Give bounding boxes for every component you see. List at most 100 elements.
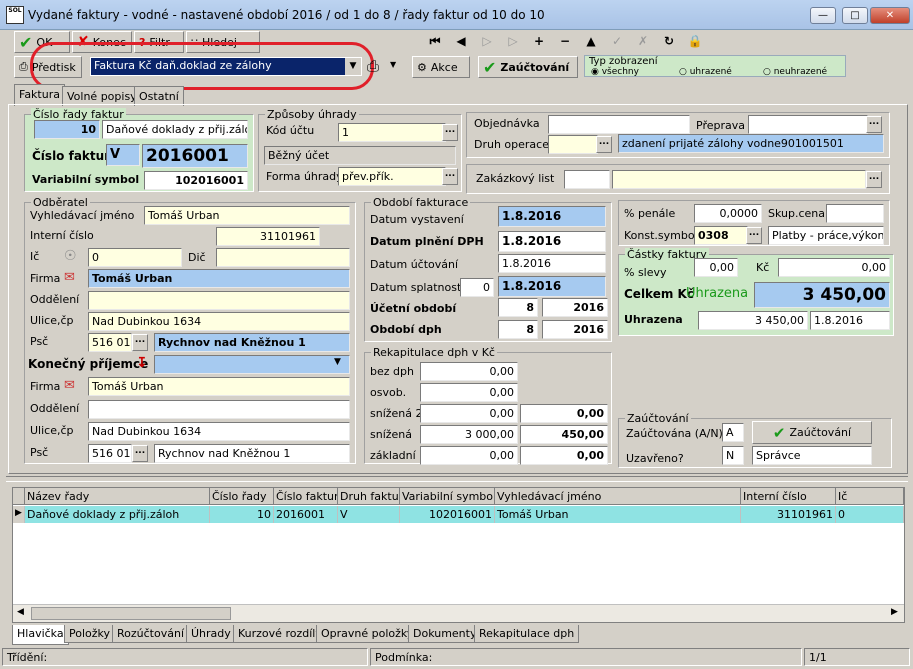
tab-dokumenty[interactable]: Dokumenty bbox=[408, 625, 482, 643]
col-header[interactable]: Číslo faktury bbox=[274, 488, 338, 505]
edit-up-icon[interactable]: ▲ bbox=[580, 30, 602, 52]
tab-faktura[interactable]: Faktura bbox=[14, 84, 65, 106]
oddeleni2-field[interactable] bbox=[88, 400, 350, 419]
table-cell[interactable]: 102016001 bbox=[400, 506, 495, 523]
refresh-icon[interactable]: ↻ bbox=[658, 30, 680, 52]
tab-polozky[interactable]: Položky bbox=[64, 625, 116, 643]
psc-picker-button[interactable]: ... bbox=[132, 334, 148, 351]
table-cell[interactable]: 2016001 bbox=[274, 506, 338, 523]
dic-field[interactable] bbox=[216, 248, 350, 267]
zauctovani-toolbar-button[interactable]: ✔ Zaúčtování bbox=[478, 56, 578, 78]
typ-radio-uhrazene[interactable]: ○ uhrazené bbox=[679, 67, 732, 77]
preprava-field[interactable] bbox=[748, 115, 868, 134]
arrow-down-red-icon[interactable]: ↧ bbox=[136, 355, 148, 371]
konst-symbol-field[interactable]: 0308 bbox=[694, 226, 748, 245]
maximize-button[interactable]: □ bbox=[842, 7, 868, 24]
table-cell[interactable]: V bbox=[338, 506, 400, 523]
cancel-edit-icon[interactable]: ✗ bbox=[632, 30, 654, 52]
datum-splatnosti-field[interactable]: 1.8.2016 bbox=[498, 276, 606, 297]
cislo-faktury-field[interactable]: 2016001 bbox=[142, 144, 248, 168]
address-card-icon[interactable]: ✉ bbox=[64, 378, 75, 393]
objednavka-field[interactable] bbox=[548, 115, 690, 134]
ucetni-obdobi-year-field[interactable]: 2016 bbox=[542, 298, 608, 317]
tab-rekapitulace-dph[interactable]: Rekapitulace dph bbox=[474, 625, 580, 643]
uzavreno-field[interactable]: N bbox=[722, 446, 744, 465]
druh-operace-field[interactable] bbox=[548, 135, 598, 154]
typ-radio-vsechny[interactable]: ◉ všechny bbox=[591, 67, 639, 77]
table-cell[interactable]: Daňové doklady z přij.záloh bbox=[25, 506, 210, 523]
lock-icon[interactable]: 🔒 bbox=[684, 30, 706, 52]
scroll-left-icon[interactable]: ◀ bbox=[17, 607, 24, 617]
slevy-field[interactable]: 0,00 bbox=[694, 258, 738, 277]
rada-field[interactable]: 10 bbox=[34, 120, 100, 139]
next-record-icon[interactable]: ▷ bbox=[476, 30, 498, 52]
vs-field[interactable]: 102016001 bbox=[144, 171, 248, 190]
scroll-right-icon[interactable]: ▶ bbox=[891, 607, 898, 617]
tab-rozuctovani[interactable]: Rozúčtování bbox=[112, 625, 189, 643]
tab-ostatni[interactable]: Ostatní bbox=[134, 86, 184, 106]
table-cell[interactable]: 0 bbox=[836, 506, 904, 523]
oddeleni-field[interactable] bbox=[88, 291, 350, 310]
interni-cislo-field[interactable]: 31101961 bbox=[216, 227, 320, 246]
druh-operace-picker-button[interactable]: ... bbox=[596, 136, 612, 153]
col-header[interactable]: Druh faktury bbox=[338, 488, 400, 505]
minimize-button[interactable]: — bbox=[810, 7, 836, 24]
forma-uhrady-field[interactable]: přev.přík. bbox=[338, 167, 446, 186]
splatnost-days-field[interactable]: 0 bbox=[460, 278, 494, 297]
scrollbar-thumb[interactable] bbox=[31, 607, 231, 620]
zakazkovy-text-field[interactable] bbox=[612, 170, 866, 189]
cislo-prefix-field[interactable]: V bbox=[106, 144, 140, 166]
kod-uctu-picker-button[interactable]: ... bbox=[442, 124, 458, 141]
kod-uctu-field[interactable]: 1 bbox=[338, 123, 446, 142]
ares-lookup-icon[interactable]: ☉ bbox=[64, 248, 77, 264]
table-cell[interactable]: 31101961 bbox=[741, 506, 836, 523]
mesto-field[interactable]: Rychnov nad Kněžnou 1 bbox=[154, 333, 350, 352]
skup-cena-field[interactable] bbox=[826, 204, 884, 223]
first-record-icon[interactable]: ⏮ bbox=[424, 30, 446, 52]
ulice-field[interactable]: Nad Dubinkou 1634 bbox=[88, 312, 350, 331]
chevron-down-icon[interactable]: ▼ bbox=[334, 357, 341, 367]
ic-field[interactable]: 0 bbox=[88, 248, 182, 267]
firma-field[interactable]: Tomáš Urban bbox=[88, 269, 350, 288]
table-cell[interactable]: 10 bbox=[210, 506, 274, 523]
tab-kurzove-rozdily[interactable]: Kurzové rozdíly bbox=[233, 625, 327, 643]
close-button[interactable]: ✕ bbox=[870, 7, 910, 24]
zauctovana-field[interactable]: A bbox=[722, 423, 744, 442]
ulice2-field[interactable]: Nad Dubinkou 1634 bbox=[88, 422, 350, 441]
tab-opravne-polozky[interactable]: Opravné položky bbox=[316, 625, 419, 643]
tab-uhrady[interactable]: Úhrady bbox=[186, 625, 236, 643]
psc2-field[interactable]: 516 01 bbox=[88, 444, 132, 463]
add-record-icon[interactable]: + bbox=[528, 30, 550, 52]
forma-uhrady-picker-button[interactable]: ... bbox=[442, 168, 458, 185]
tab-volne-popisy[interactable]: Volné popisy bbox=[62, 86, 142, 106]
datum-plneni-dph-field[interactable]: 1.8.2016 bbox=[498, 231, 606, 252]
tab-hlavicka[interactable]: Hlavička bbox=[12, 625, 69, 645]
akce-button[interactable]: ⚙ Akce bbox=[412, 56, 470, 78]
printer-dropdown-icon[interactable]: ▼ bbox=[390, 60, 396, 69]
col-header[interactable]: Interní číslo bbox=[741, 488, 836, 505]
penale-field[interactable]: 0,0000 bbox=[694, 204, 762, 223]
col-header[interactable]: Vyhledávací jméno bbox=[495, 488, 741, 505]
delete-record-icon[interactable]: − bbox=[554, 30, 576, 52]
psc2-picker-button[interactable]: ... bbox=[132, 445, 148, 462]
col-header[interactable]: Číslo řady bbox=[210, 488, 274, 505]
obdobi-dph-year-field[interactable]: 2016 bbox=[542, 320, 608, 339]
confirm-icon[interactable]: ✓ bbox=[606, 30, 628, 52]
psc-field[interactable]: 516 01 bbox=[88, 333, 132, 352]
prev-record-icon[interactable]: ◀ bbox=[450, 30, 472, 52]
zakazkovy-picker-button[interactable]: ... bbox=[866, 171, 882, 188]
table-cell[interactable]: Tomáš Urban bbox=[495, 506, 741, 523]
preprava-picker-button[interactable]: ... bbox=[866, 116, 882, 133]
col-header[interactable]: Název řady bbox=[25, 488, 210, 505]
printer-icon[interactable]: ⎙ bbox=[367, 57, 379, 75]
last-record-icon[interactable]: ▷ bbox=[502, 30, 524, 52]
horizontal-scrollbar[interactable]: ◀ ▶ bbox=[13, 604, 904, 622]
zauctovani-button[interactable]: ✔ Zaúčtování bbox=[752, 421, 872, 444]
datum-vystaveni-field[interactable]: 1.8.2016 bbox=[498, 206, 606, 227]
vyhledavaci-jmeno-field[interactable]: Tomáš Urban bbox=[144, 206, 350, 225]
col-header[interactable]: Variabilní symbol bbox=[400, 488, 495, 505]
mesto2-field[interactable]: Rychnov nad Kněžnou 1 bbox=[154, 444, 350, 463]
konecny-prijemce-select[interactable] bbox=[154, 355, 350, 374]
zakazkovy-list-field[interactable] bbox=[564, 170, 610, 189]
address-card-icon[interactable]: ✉ bbox=[64, 270, 75, 285]
